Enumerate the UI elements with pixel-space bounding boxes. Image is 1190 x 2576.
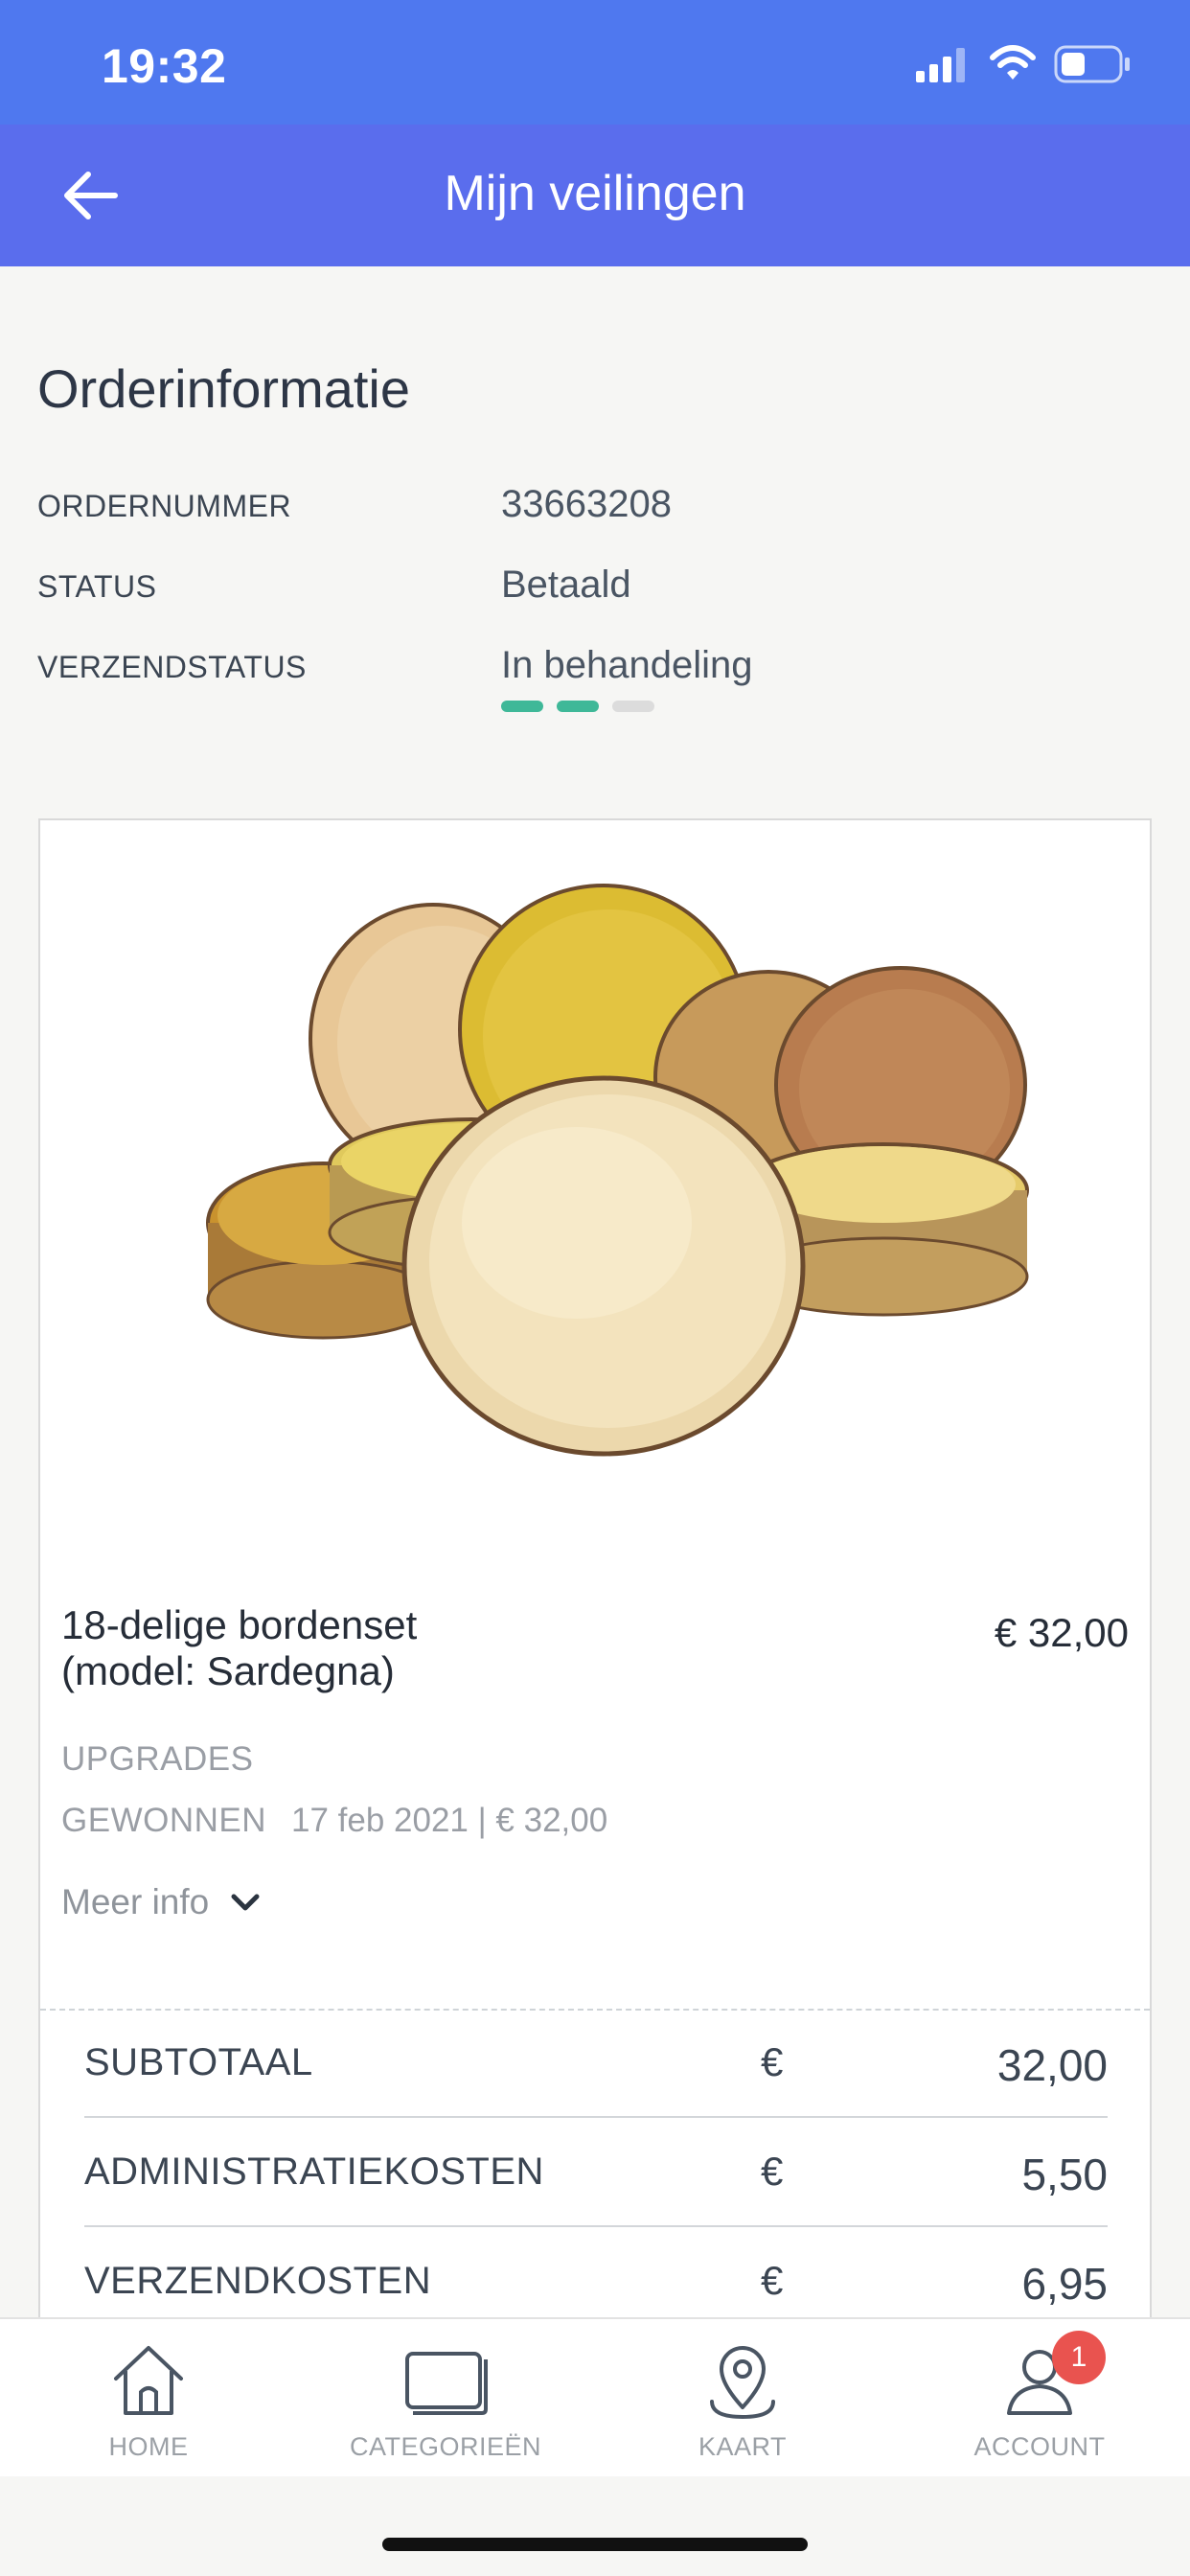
tab-account[interactable]: 1 ACCOUNT [891, 2319, 1188, 2478]
more-info-toggle[interactable]: Meer info [61, 1882, 261, 1922]
product-image [206, 884, 1029, 1457]
tab-bar: HOME CATEGORIEËN KAART 1 ACCOUNT [0, 2317, 1190, 2476]
product-title-line: 18-delige bordenset [61, 1602, 418, 1647]
won-details: 17 feb 2021 | € 32,00 [291, 1802, 608, 1839]
chevron-down-icon [231, 1894, 260, 1911]
cellular-signal-icon [916, 48, 965, 82]
page-title: Mijn veilingen [444, 166, 746, 221]
cost-amount: 32,00 [996, 2040, 1108, 2090]
order-number-value: 33663208 [501, 483, 672, 525]
tab-categories[interactable]: CATEGORIEËN [297, 2319, 594, 2478]
shipping-status-value: In behandeling [501, 644, 753, 686]
more-info-label: Meer info [61, 1882, 210, 1921]
cost-currency: € [761, 2149, 784, 2194]
progress-step [557, 701, 599, 712]
status-bar: 19:32 [0, 0, 1190, 125]
status-value: Betaald [501, 564, 631, 606]
tab-home[interactable]: HOME [0, 2319, 297, 2478]
status-icons [883, 0, 1190, 125]
tab-label: CATEGORIEËN [349, 2432, 542, 2461]
cost-label: SUBTOTAAL [84, 2041, 313, 2083]
won-row: GEWONNEN 17 feb 2021 | € 32,00 [61, 1802, 607, 1840]
cost-amount: 5,50 [1021, 2150, 1108, 2199]
cost-currency: € [761, 2039, 784, 2084]
status-time: 19:32 [102, 39, 227, 93]
status-label: STATUS [37, 569, 157, 604]
nav-bar: Mijn veilingen [0, 125, 1190, 266]
notification-badge: 1 [1052, 2331, 1106, 2384]
home-indicator [382, 2538, 808, 2551]
tab-label: KAART [698, 2432, 788, 2461]
main-content[interactable]: Orderinformatie ORDERNUMMER 33663208 STA… [0, 266, 1190, 2317]
product-price: € 32,00 [994, 1610, 1129, 1655]
cost-amount: 6,95 [1021, 2259, 1108, 2309]
order-card: 18-delige bordenset (model: Sardegna) € … [38, 818, 1152, 2317]
battery-icon [1054, 45, 1130, 83]
categories-icon [405, 2352, 488, 2415]
product-title: 18-delige bordenset (model: Sardegna) [61, 1602, 732, 1694]
progress-step [612, 701, 654, 712]
order-number-label: ORDERNUMMER [37, 489, 292, 523]
shipping-progress [501, 701, 654, 712]
upgrades-label: UPGRADES [61, 1740, 254, 1778]
cost-row-subtotal: SUBTOTAAL € 32,00 [84, 2011, 1108, 2118]
shipping-status-label: VERZENDSTATUS [37, 650, 307, 684]
product-title-line: (model: Sardegna) [61, 1648, 395, 1693]
cost-row-admin: ADMINISTRATIEKOSTEN € 5,50 [84, 2120, 1108, 2227]
tab-label: ACCOUNT [973, 2432, 1106, 2461]
tab-label: HOME [108, 2432, 189, 2461]
progress-step [501, 701, 543, 712]
wifi-icon [990, 45, 1036, 80]
cost-label: ADMINISTRATIEKOSTEN [84, 2150, 544, 2193]
cost-row-shipping: VERZENDKOSTEN € 6,95 [84, 2229, 1108, 2317]
home-icon [114, 2346, 183, 2415]
map-pin-icon [710, 2346, 775, 2420]
tab-map[interactable]: KAART [594, 2319, 891, 2478]
won-label: GEWONNEN [61, 1802, 266, 1839]
cost-currency: € [761, 2258, 784, 2303]
order-info-title: Orderinformatie [37, 358, 411, 419]
cost-label: VERZENDKOSTEN [84, 2260, 432, 2302]
